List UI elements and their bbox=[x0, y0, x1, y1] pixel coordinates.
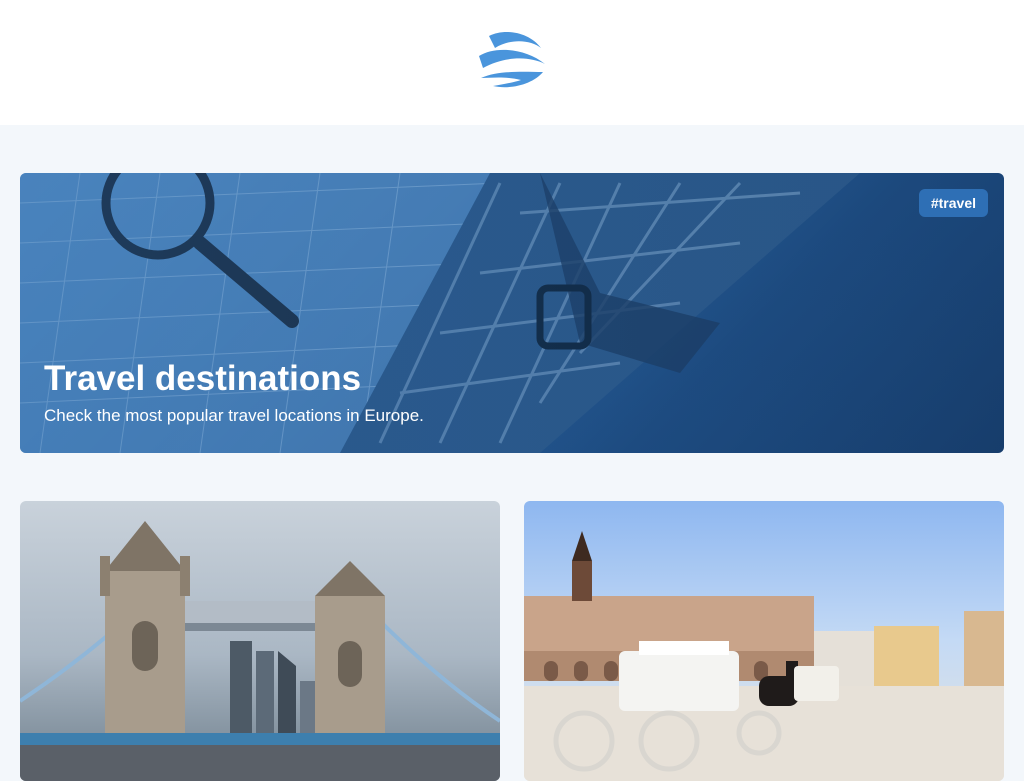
tower-bridge-image bbox=[20, 521, 500, 781]
krakow-square-image bbox=[524, 531, 1004, 781]
hero-title: Travel destinations bbox=[44, 359, 362, 398]
destination-card-london[interactable] bbox=[20, 501, 500, 781]
hero-banner[interactable]: #travel Travel destinations Check the mo… bbox=[20, 173, 1004, 453]
hero-subtitle: Check the most popular travel locations … bbox=[44, 406, 424, 425]
destination-card-krakow[interactable] bbox=[524, 501, 1004, 781]
logo-icon[interactable] bbox=[475, 26, 549, 100]
site-header bbox=[0, 0, 1024, 125]
travel-tag-badge[interactable]: #travel bbox=[918, 189, 988, 217]
